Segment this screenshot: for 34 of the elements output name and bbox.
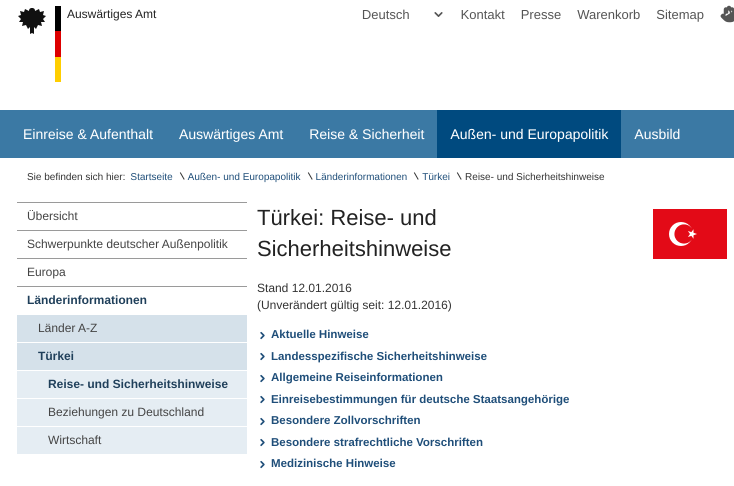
language-dropdown[interactable]: Deutsch xyxy=(362,5,445,24)
breadcrumb-current: Reise- und Sicherheitshinweise xyxy=(465,170,605,184)
header-link[interactable]: Sitemap xyxy=(656,5,704,24)
sidebar-item[interactable]: Reise- und Sicherheitshinweise xyxy=(17,370,247,398)
breadcrumb-link[interactable]: Startseite xyxy=(130,170,173,184)
hand-icon[interactable] xyxy=(720,5,734,23)
breadcrumb-link[interactable]: Außen- und Europapolitik xyxy=(188,170,301,184)
header-link[interactable]: Presse xyxy=(520,5,562,24)
date-text: Stand 12.01.2016 xyxy=(257,280,353,297)
breadcrumb-link[interactable]: Länderinformationen xyxy=(316,170,408,184)
sidebar-item[interactable]: Länder A-Z xyxy=(17,314,247,342)
article-link[interactable]: Medizinische Hinweise xyxy=(271,455,396,473)
article-link[interactable]: Allgemeine Reiseinformationen xyxy=(271,369,443,387)
sidebar-item[interactable]: Wirtschaft xyxy=(17,426,247,454)
article-link[interactable]: Einreisebestimmungen für deutsche Staatsangehörige xyxy=(271,390,570,408)
site-name: Auswärtiges Amt xyxy=(67,6,156,23)
validity-text: (Unverändert gültig seit: 12.01.2016) xyxy=(257,297,453,314)
page-title: Türkei: Reise- und Sicherheitshinweise xyxy=(257,204,452,263)
turkish-flag-icon xyxy=(653,209,727,259)
nav-tab[interactable]: Außen- und Europapolitik xyxy=(437,110,622,158)
article-link[interactable]: Besondere Zollvorschriften xyxy=(271,412,421,430)
sidebar-item[interactable]: Beziehungen zu Deutschland xyxy=(17,398,247,426)
breadcrumb-label: Sie befinden sich hier: xyxy=(27,170,126,184)
nav-tab[interactable]: Einreise & Aufenthalt xyxy=(10,110,166,158)
header-link[interactable]: Kontakt xyxy=(460,5,505,24)
article-link[interactable]: Besondere strafrechtliche Vorschriften xyxy=(271,434,483,452)
article-link[interactable]: Aktuelle Hinweise xyxy=(271,326,369,344)
breadcrumb-link[interactable]: Türkei xyxy=(422,170,450,184)
nav-tab[interactable]: Reise & Sicherheit xyxy=(296,110,438,158)
nav-tab[interactable]: Ausbild xyxy=(621,110,694,158)
sidebar-item[interactable]: Türkei xyxy=(17,342,247,370)
nav-tab[interactable]: Auswärtiges Amt xyxy=(166,110,296,158)
article-link[interactable]: Landesspezifische Sicherheitshinweise xyxy=(271,348,488,366)
header-link[interactable]: Warenkorb xyxy=(577,5,640,24)
